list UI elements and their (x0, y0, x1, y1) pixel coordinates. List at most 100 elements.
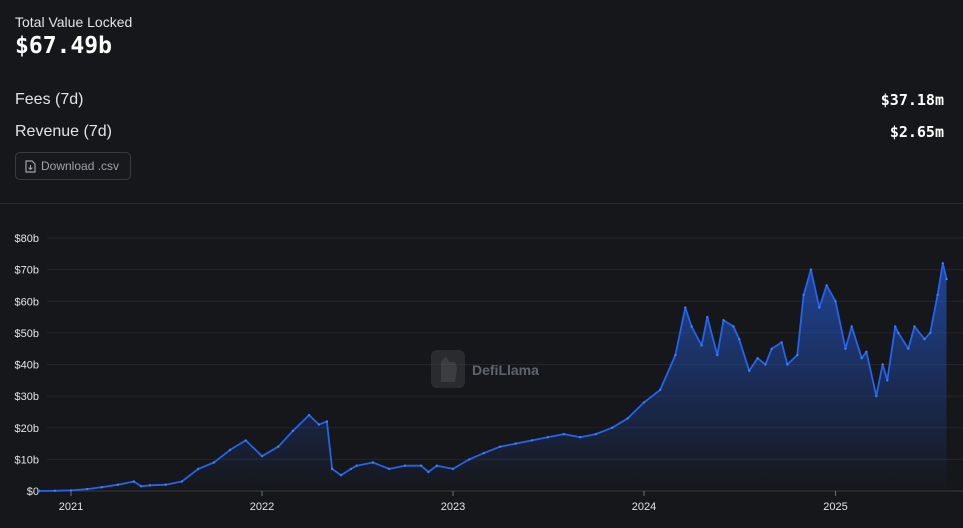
tvl-data-point (923, 338, 926, 341)
tvl-data-point (546, 436, 549, 439)
tvl-label: Total Value Locked (15, 14, 133, 30)
download-csv-label: Download .csv (41, 159, 120, 173)
tvl-chart[interactable]: $0$10b$20b$30b$40b$50b$60b$70b$80b 2021 2… (0, 212, 963, 523)
tvl-data-point (594, 432, 598, 436)
protocol-summary: Total Value Locked $67.49b Fees (7d) $37… (0, 0, 963, 203)
tvl-data-point (764, 363, 767, 366)
tvl-data-point (659, 388, 662, 391)
tvl-data-point (69, 489, 73, 492)
tvl-data-point (37, 489, 41, 493)
tvl-data-point (770, 347, 773, 350)
tvl-data-point (897, 331, 900, 335)
tvl-data-point (291, 429, 295, 433)
tvl-data-point (780, 341, 783, 344)
tvl-data-point (844, 347, 847, 350)
y-tick-label: $30b (15, 391, 39, 403)
tvl-data-point (610, 426, 614, 429)
tvl-data-point (690, 325, 693, 328)
tvl-data-point (132, 480, 135, 483)
download-csv-button[interactable]: Download .csv (15, 152, 131, 180)
tvl-data-point (732, 325, 735, 328)
x-tick-label: 2023 (441, 501, 465, 513)
tvl-data-point (468, 458, 471, 461)
tvl-data-point (626, 417, 629, 420)
y-tick-label: $40b (15, 360, 39, 372)
tvl-data-point (700, 344, 703, 347)
tvl-data-point (530, 439, 534, 442)
tvl-data-point (818, 306, 821, 309)
tvl-data-point (371, 461, 375, 464)
tvl-data-point (716, 353, 719, 357)
section-divider (0, 203, 963, 204)
revenue-value: $2.65m (889, 123, 944, 141)
tvl-data-point (197, 467, 200, 471)
tvl-data-point (929, 331, 932, 335)
tvl-chart-container: $0 $10b $20b $30b $40b $50b $60b $70b $80b 2021 2… (0, 212, 963, 523)
tvl-data-point (317, 423, 321, 426)
x-tick-label: 2022 (250, 501, 274, 513)
tvl-data-point (886, 379, 889, 382)
tvl-data-point (706, 315, 709, 319)
tvl-data-point (100, 486, 104, 489)
tvl-data-point (451, 467, 455, 471)
tvl-data-point (748, 369, 751, 372)
tvl-data-point (498, 445, 502, 448)
y-tick-label: $10b (15, 454, 39, 466)
tvl-data-point (881, 363, 884, 366)
tvl-data-point (180, 480, 184, 483)
tvl-data-point (116, 483, 120, 486)
tvl-data-point (514, 442, 517, 445)
tvl-data-point (244, 439, 247, 442)
tvl-data-point (427, 470, 430, 474)
defillama-watermark: DefiLlama (431, 350, 539, 388)
revenue-label: Revenue (7d) (15, 123, 112, 140)
x-tick-label: 2025 (823, 501, 847, 513)
tvl-value: $67.49b (15, 33, 112, 59)
tvl-data-point (809, 268, 813, 271)
fees-row: Fees (7d) $37.18m (15, 89, 944, 111)
tvl-data-point (212, 461, 216, 464)
y-tick-label: $70b (15, 265, 39, 277)
x-tick-label: 2021 (59, 501, 83, 513)
x-tick-label: 2024 (632, 501, 656, 513)
tvl-data-point (865, 350, 868, 353)
y-tick-label: $60b (15, 296, 39, 308)
tvl-data-point (786, 363, 789, 366)
tvl-data-point (850, 325, 853, 328)
tvl-data-point (722, 319, 725, 322)
tvl-data-point (945, 277, 948, 281)
tvl-data-point (260, 455, 264, 458)
tvl-data-point (307, 413, 311, 417)
y-tick-label: $80b (15, 233, 39, 245)
x-axis-labels: 2021 2022 2023 2024 2025 (59, 491, 848, 513)
tvl-data-point (482, 451, 486, 455)
tvl-data-point (164, 483, 167, 486)
watermark-text: DefiLlama (472, 362, 539, 378)
tvl-data-point (435, 464, 438, 467)
tvl-data-point (403, 464, 407, 467)
tvl-data-point (579, 436, 582, 439)
tvl-data-point (738, 338, 741, 341)
y-tick-label: $0 (27, 486, 39, 498)
tvl-data-point (53, 489, 56, 492)
tvl-data-point (825, 284, 828, 287)
tvl-data-point (941, 262, 944, 265)
tvl-data-point (907, 347, 910, 350)
tvl-data-point (330, 467, 334, 471)
tvl-data-point (802, 293, 805, 297)
tvl-data-point (756, 357, 759, 360)
tvl-data-point (355, 464, 358, 467)
fees-value: $37.18m (880, 91, 944, 109)
tvl-data-point (339, 474, 343, 477)
tvl-data-point (674, 353, 677, 357)
tvl-data-point (228, 448, 232, 452)
tvl-data-point (388, 467, 391, 471)
tvl-data-point (860, 357, 863, 360)
tvl-data-point (913, 325, 916, 328)
tvl-data-point (875, 394, 878, 398)
tvl-data-point (796, 353, 799, 357)
tvl-data-point (419, 464, 423, 467)
tvl-data-point (894, 325, 897, 328)
tvl-data-point (562, 432, 566, 436)
tvl-data-point (349, 467, 353, 471)
